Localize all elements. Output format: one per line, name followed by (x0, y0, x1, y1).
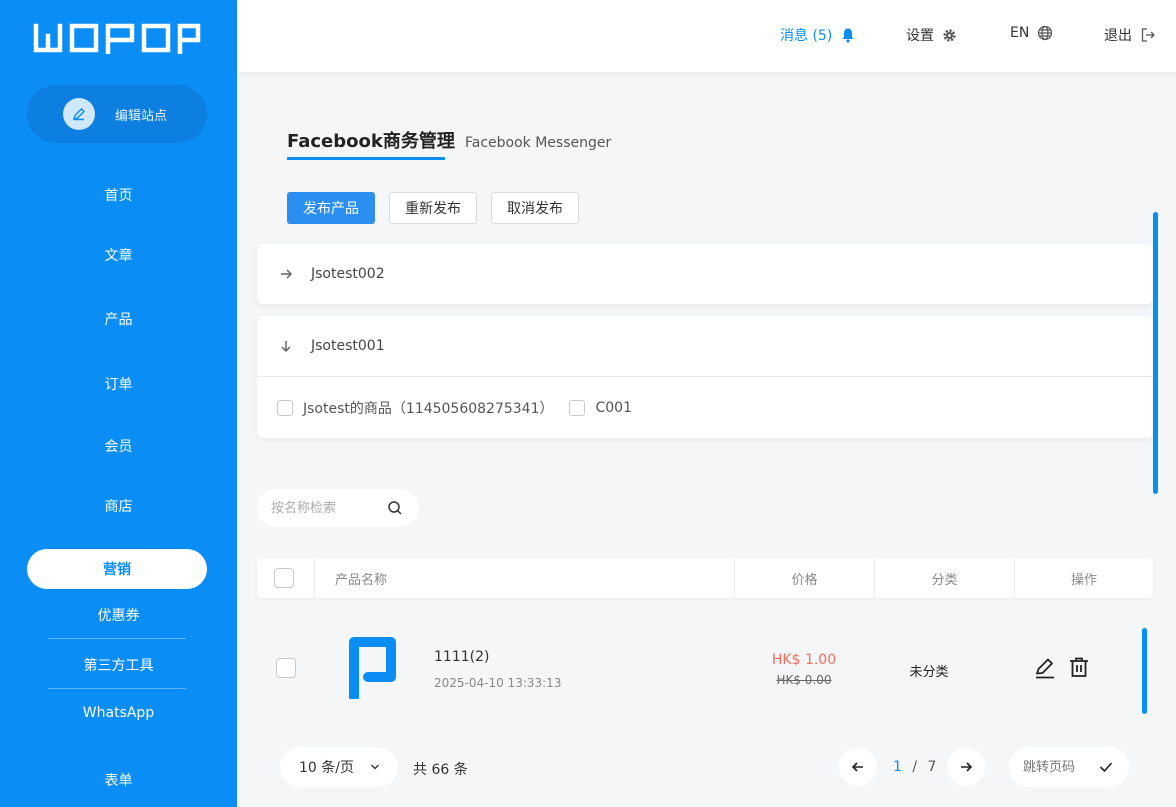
nav-orders[interactable]: 订单 (0, 374, 237, 394)
product-name[interactable]: 1111(2) (434, 649, 489, 665)
divider (48, 638, 186, 639)
messages-label: 消息 (5) (780, 28, 833, 44)
row-checkbox[interactable] (276, 658, 296, 678)
logout-label: 退出 (1104, 28, 1132, 44)
edit-site-button[interactable]: 编辑站点 (27, 85, 207, 143)
total-count: 共 66 条 (413, 762, 468, 778)
nav-third-party-tools[interactable]: 第三方工具 (0, 655, 237, 675)
column-actions: 操作 (1014, 558, 1153, 598)
logout-icon (1141, 28, 1155, 42)
check-icon[interactable] (1099, 760, 1113, 774)
search-box (257, 489, 419, 527)
search-icon[interactable] (387, 500, 403, 516)
panel-scrollbar[interactable] (1153, 212, 1158, 494)
tab-facebook-messenger[interactable]: Facebook Messenger (465, 135, 611, 151)
nav-coupons[interactable]: 优惠券 (0, 605, 237, 625)
nav-whatsapp[interactable]: WhatsApp (0, 705, 237, 721)
edit-icon[interactable] (1034, 657, 1056, 679)
catalog-name: Jsotest001 (311, 338, 385, 354)
catalog-options: Jsotest的商品（114505608275341） C001 (257, 376, 1153, 438)
prev-page-button[interactable] (839, 748, 877, 786)
arrow-left-icon (851, 762, 863, 772)
messages-link[interactable]: 消息 (5) (780, 25, 856, 45)
total-pages: 7 (927, 759, 937, 775)
select-all-checkbox[interactable] (274, 568, 294, 588)
gear-icon (943, 28, 956, 42)
jump-page-input[interactable] (1023, 759, 1099, 775)
table-row: 1111(2) 2025-04-10 13:33:13 HK$ 1.00 HK$… (257, 618, 1153, 718)
catalog-option-checkbox[interactable] (277, 399, 293, 416)
catalog-header[interactable]: Jsotest002 (257, 244, 1153, 304)
arrow-down-icon (281, 341, 291, 353)
settings-link[interactable]: 设置 (906, 25, 957, 45)
nav-articles[interactable]: 文章 (0, 245, 237, 265)
product-category: 未分类 (909, 665, 949, 680)
edit-site-label: 编辑站点 (115, 108, 168, 124)
catalog-header[interactable]: Jsotest001 (257, 316, 1153, 376)
product-thumbnail[interactable] (349, 637, 403, 699)
catalog-option-label: C001 (595, 399, 632, 416)
active-tab-indicator (287, 157, 445, 160)
jump-page-box (1009, 747, 1129, 787)
republish-button[interactable]: 重新发布 (389, 192, 477, 224)
current-page: 1 (893, 759, 902, 775)
arrow-right-icon (281, 269, 293, 279)
logout-link[interactable]: 退出 (1104, 25, 1156, 45)
arrow-right-icon (961, 762, 973, 772)
unpublish-button[interactable]: 取消发布 (491, 192, 579, 224)
globe-icon (1038, 25, 1053, 41)
catalog-option-label: Jsotest的商品（114505608275341） (303, 400, 554, 417)
nav-products[interactable]: 产品 (0, 309, 237, 329)
top-header: 消息 (5) 设置 EN 退出 (237, 0, 1176, 72)
language-label: EN (1010, 25, 1030, 41)
column-price: 价格 (734, 558, 874, 598)
tab-facebook-business[interactable]: Facebook商务管理 (287, 127, 455, 153)
page-indicator: 1 / 7 (893, 759, 936, 775)
wopop-logo[interactable] (32, 22, 202, 54)
column-product-name: 产品名称 (314, 558, 734, 598)
catalog-option-checkbox[interactable] (569, 399, 586, 416)
publish-product-button[interactable]: 发布产品 (287, 192, 375, 224)
settings-label: 设置 (906, 28, 934, 44)
page-size-select[interactable]: 10 条/页 (280, 747, 398, 787)
product-price: HK$ 1.00 (771, 652, 837, 668)
nav-marketing[interactable]: 营销 (27, 549, 207, 589)
chevron-down-icon (370, 764, 379, 770)
bell-icon (842, 28, 854, 43)
search-input[interactable] (271, 500, 387, 516)
catalog-panel: Jsotest002 (257, 244, 1153, 304)
edit-pencil-icon (63, 98, 95, 130)
next-page-button[interactable] (947, 748, 985, 786)
table-header: 产品名称 价格 分类 操作 (257, 558, 1153, 598)
table-scrollbar[interactable] (1142, 628, 1147, 714)
product-original-price: HK$ 0.00 (776, 673, 832, 687)
catalog-name: Jsotest002 (311, 266, 385, 282)
nav-forms[interactable]: 表单 (0, 770, 237, 790)
trash-icon[interactable] (1068, 656, 1090, 678)
catalog-panel: Jsotest001 Jsotest的商品（114505608275341） C… (257, 316, 1153, 438)
column-category: 分类 (874, 558, 1014, 598)
product-date: 2025-04-10 13:33:13 (434, 676, 562, 690)
language-switch[interactable]: EN (1010, 25, 1053, 41)
nav-home[interactable]: 首页 (0, 185, 237, 205)
page-separator: / (912, 759, 918, 775)
nav-store[interactable]: 商店 (0, 496, 237, 516)
divider (48, 688, 186, 689)
sidebar: 编辑站点 首页 文章 产品 订单 会员 商店 营销 优惠券 第三方工具 What… (0, 0, 237, 807)
nav-members[interactable]: 会员 (0, 436, 237, 456)
page-size-value: 10 条/页 (299, 760, 354, 776)
